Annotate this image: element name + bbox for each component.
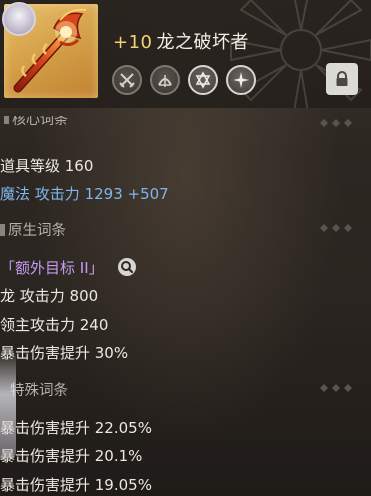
item-name: 龙之破坏者 (156, 32, 249, 53)
item-header: +10 龙之破坏者 (0, 0, 371, 108)
magic-attack-label: 魔法 攻击力 (0, 185, 80, 203)
innate-section-header: 原生词条 (0, 219, 371, 240)
special-stat-crit-1: 暴击伤害提升 22.05% (0, 419, 152, 437)
diamond-dots-icon (320, 119, 352, 127)
core-section-header: 核心词条 (4, 116, 369, 132)
innate-stat-row: 暴击伤害提升 30% (0, 342, 371, 363)
innate-stat-lord-attack: 领主攻击力 240 (0, 316, 109, 334)
special-stat-crit-3: 暴击伤害提升 19.05% (0, 476, 152, 494)
bow-icon (158, 75, 172, 87)
special-stat-row: 暴击伤害提升 22.05% (0, 417, 371, 438)
item-level-row: 道具等级 160 (0, 155, 371, 176)
core-section-title: 核心词条 (12, 116, 68, 128)
socket-hexagram[interactable] (188, 65, 218, 95)
extra-target-row: 「额外目标 II」 (0, 257, 371, 278)
item-level-text: 道具等级 160 (0, 157, 94, 175)
innate-stat-row: 领主攻击力 240 (0, 314, 371, 335)
innate-stat-row: 龙 攻击力 800 (0, 285, 371, 306)
hexagram-icon (195, 71, 211, 89)
character-avatar[interactable] (2, 2, 36, 36)
socket-crossed-swords[interactable] (112, 65, 142, 95)
socket-sparkle[interactable] (226, 65, 256, 95)
socket-bow[interactable] (150, 65, 180, 95)
innate-stat-crit-damage: 暴击伤害提升 30% (0, 344, 129, 362)
special-stat-row: 暴击伤害提升 20.1% (0, 445, 371, 466)
special-section-header: 特殊词条 (0, 379, 371, 400)
special-stat-row: 暴击伤害提升 19.05% (0, 474, 371, 495)
crossed-swords-icon (119, 73, 135, 88)
lock-icon (336, 71, 348, 86)
search-icon[interactable] (118, 258, 137, 276)
diamond-dots-icon (320, 224, 352, 232)
magic-attack-row: 魔法 攻击力 1293 +507 (0, 183, 371, 204)
innate-section-title: 原生词条 (8, 223, 66, 239)
magic-attack-value: 1293 (84, 185, 123, 203)
magnifier-glyph (121, 261, 134, 274)
special-stat-crit-2: 暴击伤害提升 20.1% (0, 447, 143, 465)
magic-attack-bonus: +507 (127, 185, 169, 203)
lock-button[interactable] (326, 63, 358, 95)
diamond-dots-icon (320, 384, 352, 392)
innate-stat-dragon-attack: 龙 攻击力 800 (0, 287, 99, 305)
item-title: +10 龙之破坏者 (113, 28, 249, 54)
sparkle-star-icon (233, 72, 249, 88)
extra-target-label: 「额外目标 II」 (0, 259, 104, 277)
enhance-level: +10 (113, 32, 153, 53)
character-figure (0, 350, 16, 460)
special-section-title: 特殊词条 (10, 383, 68, 399)
